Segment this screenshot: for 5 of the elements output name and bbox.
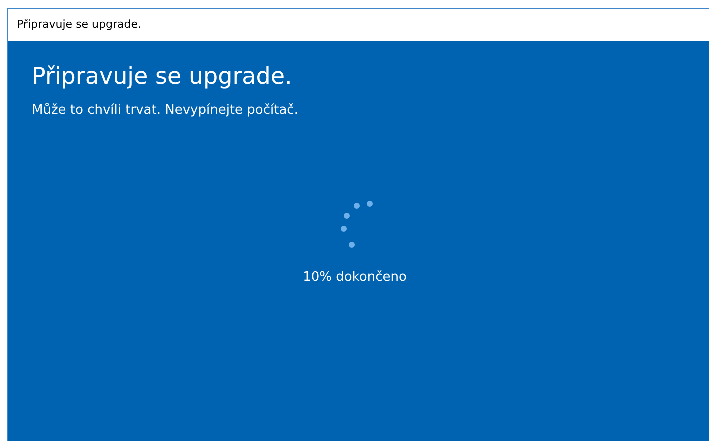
subtitle: Může to chvíli trvat. Nevypínejte počítač.: [32, 102, 298, 120]
spinner-icon: [341, 201, 373, 248]
progress-text: 10% dokončeno: [303, 269, 407, 288]
heading: Připravuje se upgrade.: [32, 63, 292, 92]
window-title: Připravuje se upgrade.: [17, 16, 142, 33]
